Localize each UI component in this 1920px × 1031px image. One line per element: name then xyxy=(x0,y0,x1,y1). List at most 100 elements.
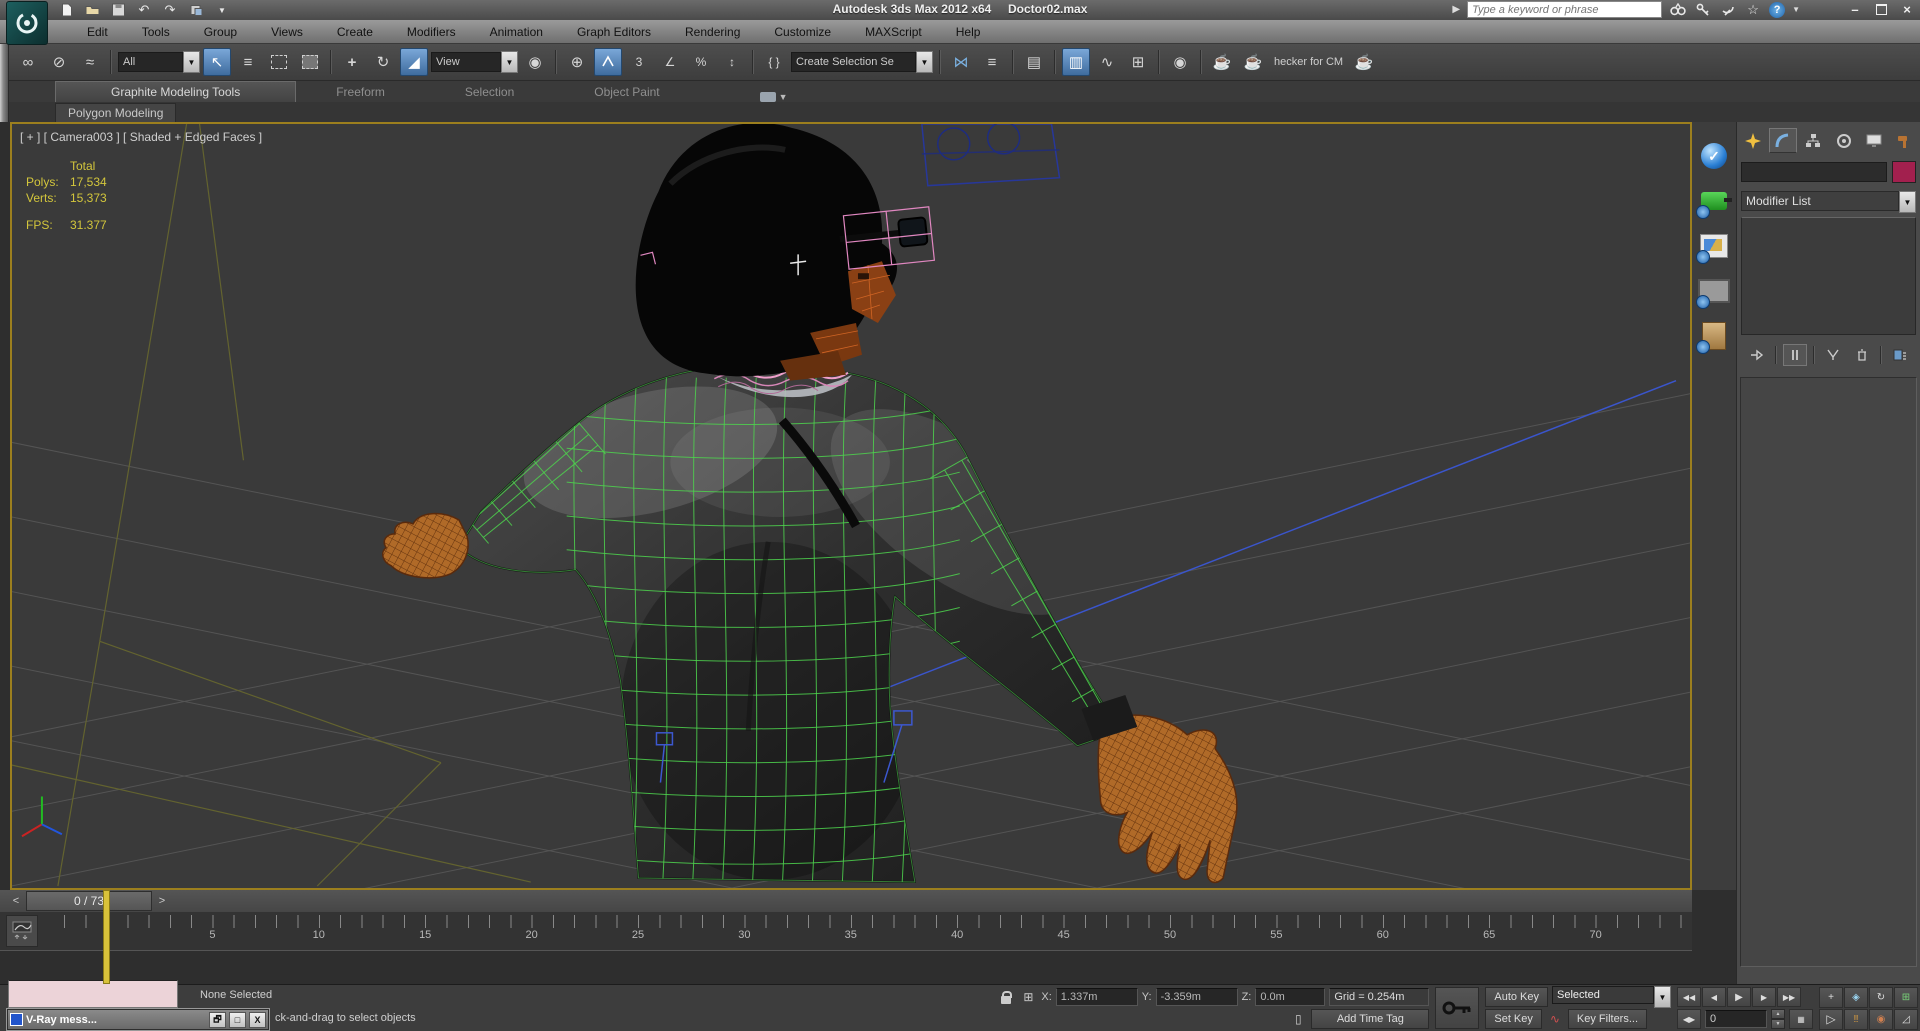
search-icon[interactable] xyxy=(1669,2,1687,18)
time-slider-handle[interactable]: 0 / 73 xyxy=(26,891,152,911)
select-and-rotate-button[interactable]: ↻ xyxy=(369,48,397,76)
modifier-stack-list[interactable] xyxy=(1741,217,1916,335)
set-keys-button[interactable] xyxy=(1435,987,1480,1029)
redo-button[interactable]: ↷ xyxy=(160,2,180,18)
rollout-area[interactable] xyxy=(1740,377,1917,967)
open-mini-curve-editor-button[interactable] xyxy=(6,915,38,947)
minimize-button[interactable]: – xyxy=(1846,1,1864,17)
angle-snap-toggle-button[interactable]: ∠ xyxy=(656,48,684,76)
selection-lock-toggle[interactable] xyxy=(997,988,1015,1006)
window-crossing-toggle-button[interactable] xyxy=(296,48,324,76)
tab-graphite-modeling-tools[interactable]: Graphite Modeling Tools xyxy=(55,81,297,102)
use-pivot-point-center-button[interactable]: ◉ xyxy=(521,48,549,76)
menu-graph-editors[interactable]: Graph Editors xyxy=(560,25,668,39)
edit-named-selection-sets-button[interactable]: { } xyxy=(760,48,788,76)
save-file-button[interactable] xyxy=(108,2,128,18)
create-tab[interactable] xyxy=(1739,128,1767,153)
y-coordinate-field[interactable]: -3.359m xyxy=(1155,988,1238,1006)
menu-edit[interactable]: Edit xyxy=(70,25,125,39)
image-tool-button[interactable] xyxy=(1696,230,1730,264)
remove-modifier-button[interactable] xyxy=(1850,344,1874,366)
menu-maxscript[interactable]: MAXScript xyxy=(848,25,939,39)
orbit-subobject-button[interactable]: ◉ xyxy=(1869,1008,1893,1030)
timeline-ruler[interactable]: 0510152025303540455055606570 xyxy=(0,912,1692,951)
track-bar[interactable] xyxy=(0,950,1692,986)
graphite-ribbon-toggle-button[interactable]: ▥ xyxy=(1062,48,1090,76)
infocenter-expand-icon[interactable]: ▶ xyxy=(1452,4,1460,15)
render-setup-button[interactable]: ◉ xyxy=(1166,48,1194,76)
menu-animation[interactable]: Animation xyxy=(473,25,560,39)
schematic-view-button[interactable]: ⊞ xyxy=(1124,48,1152,76)
vray-restore-button[interactable]: 🗗 xyxy=(209,1011,226,1028)
ribbon-options-button[interactable]: ▼ xyxy=(759,92,788,102)
show-end-result-button[interactable] xyxy=(1782,344,1807,366)
unlink-selection-button[interactable]: ⊘ xyxy=(45,48,73,76)
undo-button[interactable]: ↶ xyxy=(134,2,154,18)
object-color-swatch[interactable] xyxy=(1892,161,1916,183)
pan-view-button[interactable]: + xyxy=(1819,986,1843,1008)
modifier-list-dropdown[interactable]: Modifier List ▼ xyxy=(1741,191,1916,213)
menu-help[interactable]: Help xyxy=(939,25,998,39)
infocenter-search-input[interactable] xyxy=(1467,1,1663,18)
select-and-scale-button[interactable]: ◢ xyxy=(400,48,428,76)
pin-stack-button[interactable] xyxy=(1745,344,1769,366)
select-and-link-button[interactable]: ∞ xyxy=(14,48,42,76)
orbit-button[interactable]: ↻ xyxy=(1869,986,1893,1008)
qat-dropdown-button[interactable]: ▼ xyxy=(212,2,232,18)
select-and-move-button[interactable]: + xyxy=(338,48,366,76)
drill-tool-button[interactable] xyxy=(1696,185,1732,219)
next-frame-arrow[interactable]: > xyxy=(152,892,172,910)
menu-rendering[interactable]: Rendering xyxy=(668,25,757,39)
viewport-label[interactable]: [ + ] [ Camera003 ] [ Shaded + Edged Fac… xyxy=(20,130,262,144)
spinner-snap-toggle-button[interactable]: ↕ xyxy=(718,48,746,76)
field-of-view-button[interactable]: ▷ xyxy=(1819,1008,1843,1030)
go-to-end-button[interactable]: ▶▶ xyxy=(1777,987,1801,1007)
project-folder-button[interactable] xyxy=(186,2,206,18)
transform-typein-toggle[interactable]: ⊞ xyxy=(1019,988,1037,1006)
select-and-manipulate-button[interactable]: ⊕ xyxy=(563,48,591,76)
display-tab[interactable] xyxy=(1860,128,1888,153)
make-unique-button[interactable] xyxy=(1821,344,1845,366)
open-file-button[interactable] xyxy=(82,2,102,18)
set-key-button[interactable]: Set Key xyxy=(1485,1009,1542,1029)
render-production-button[interactable]: ☕ xyxy=(1239,48,1267,76)
render-iterative-button[interactable]: ☕ xyxy=(1350,48,1378,76)
tab-object-paint[interactable]: Object Paint xyxy=(554,82,699,102)
door-tool-button[interactable] xyxy=(1696,320,1730,354)
utilities-tab[interactable] xyxy=(1890,128,1918,153)
polygon-modeling-panel[interactable]: Polygon Modeling xyxy=(55,102,177,122)
tab-freeform[interactable]: Freeform xyxy=(296,82,425,102)
select-by-name-button[interactable]: ≡ xyxy=(234,48,262,76)
zoom-extents-button[interactable]: ◈ xyxy=(1844,986,1868,1008)
zoom-all-button[interactable]: ⊞ xyxy=(1894,986,1918,1008)
favorites-icon[interactable]: ☆ xyxy=(1744,2,1762,18)
new-scene-button[interactable] xyxy=(56,2,76,18)
monitor-tool-button[interactable] xyxy=(1696,275,1730,309)
configure-modifier-sets-button[interactable] xyxy=(1888,344,1912,366)
application-menu-button[interactable] xyxy=(6,1,48,45)
vray-maximize-button[interactable]: □ xyxy=(229,1011,246,1028)
vray-message-window[interactable]: V-Ray mess... 🗗 □ X xyxy=(6,1008,270,1031)
menu-create[interactable]: Create xyxy=(320,25,390,39)
modify-tab[interactable] xyxy=(1769,128,1798,153)
frame-spin-up[interactable]: ▲ xyxy=(1771,1009,1785,1019)
key-mode-toggle-button[interactable]: ◀▶ xyxy=(1677,1009,1701,1029)
sign-in-icon[interactable] xyxy=(1694,2,1712,18)
previous-frame-arrow[interactable]: < xyxy=(6,892,26,910)
mirror-button[interactable]: ⋈ xyxy=(947,48,975,76)
timeline-playhead[interactable] xyxy=(103,890,110,984)
percent-snap-toggle-button[interactable]: % xyxy=(687,48,715,76)
keyboard-shortcut-override-button[interactable] xyxy=(594,48,622,76)
select-object-button[interactable]: ↖ xyxy=(203,48,231,76)
snaps-toggle-button[interactable]: 3 xyxy=(625,48,653,76)
key-mode-dropdown[interactable]: Selected ▼ xyxy=(1552,986,1671,1008)
object-name-field[interactable] xyxy=(1741,162,1887,182)
menu-views[interactable]: Views xyxy=(254,25,320,39)
menu-tools[interactable]: Tools xyxy=(125,25,187,39)
layer-manager-button[interactable]: ▤ xyxy=(1020,48,1048,76)
add-time-tag-button[interactable]: Add Time Tag xyxy=(1311,1009,1430,1029)
x-coordinate-field[interactable]: 1.337m xyxy=(1055,988,1138,1006)
current-frame-field[interactable]: 0 xyxy=(1705,1010,1767,1028)
checker-tool-button[interactable]: ✓ xyxy=(1698,140,1730,172)
default-in-out-tangents-icon[interactable]: ∿ xyxy=(1546,1010,1564,1028)
